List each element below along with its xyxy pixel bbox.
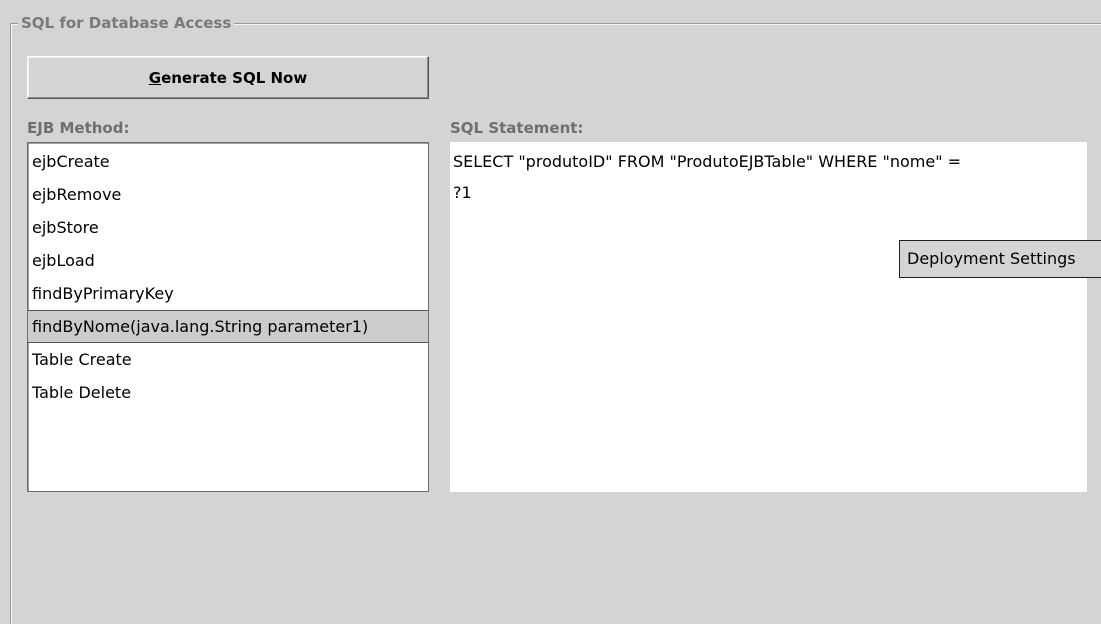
list-item-findbynome[interactable]: findByNome(java.lang.String parameter1)	[28, 310, 428, 343]
list-item-findbyprimarykey[interactable]: findByPrimaryKey	[28, 277, 428, 310]
list-item-ejbload[interactable]: ejbLoad	[28, 244, 428, 277]
list-item-ejbremove[interactable]: ejbRemove	[28, 178, 428, 211]
sql-statement-textarea[interactable]: SELECT "produtoID" FROM "ProdutoEJBTable…	[450, 142, 1087, 492]
generate-sql-mnemonic: G	[148, 68, 162, 87]
ejb-method-label: EJB Method:	[27, 119, 130, 137]
list-item-table-create[interactable]: Table Create	[28, 343, 428, 376]
generate-sql-label: enerate SQL Now	[161, 68, 308, 87]
generate-sql-button[interactable]: Generate SQL Now	[27, 56, 429, 99]
deployment-settings-tooltip: Deployment Settings	[899, 240, 1101, 278]
list-item-table-delete[interactable]: Table Delete	[28, 376, 428, 409]
list-item-ejbcreate[interactable]: ejbCreate	[28, 145, 428, 178]
panel-title: SQL for Database Access	[18, 11, 235, 35]
list-item-ejbstore[interactable]: ejbStore	[28, 211, 428, 244]
ejb-method-list[interactable]: ejbCreate ejbRemove ejbStore ejbLoad fin…	[27, 142, 429, 492]
sql-statement-label: SQL Statement:	[450, 119, 584, 137]
